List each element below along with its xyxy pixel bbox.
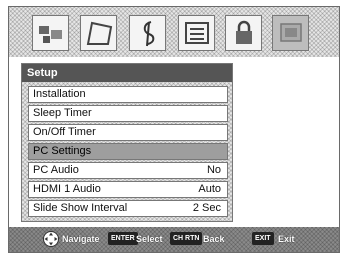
- footer-hint-bar: Navigate ENTER Select CH RTN Back EXIT E…: [9, 227, 339, 252]
- menu-item-value: Auto: [198, 183, 221, 195]
- menu-item-label: PC Settings: [33, 145, 92, 157]
- menu-item-pc-settings[interactable]: PC Settings: [28, 143, 228, 160]
- category-icon-strip: [9, 7, 339, 57]
- tab-audio[interactable]: [80, 15, 117, 51]
- picture-icon: [38, 26, 62, 43]
- back-hint: Back: [203, 234, 225, 244]
- menu-item-slide-show-interval[interactable]: Slide Show Interval 2 Sec: [28, 200, 228, 217]
- menu-item-sleep-timer[interactable]: Sleep Timer: [28, 105, 228, 122]
- tab-setup[interactable]: [272, 15, 309, 51]
- menu-item-hdmi-1-audio[interactable]: HDMI 1 Audio Auto: [28, 181, 228, 198]
- music-icon: [143, 21, 154, 47]
- menu-item-value: No: [206, 164, 221, 176]
- select-hint: Select: [136, 234, 163, 244]
- exit-hint: Exit: [278, 234, 295, 244]
- audio-icon: [86, 21, 112, 45]
- tab-preferences[interactable]: [178, 15, 215, 51]
- setup-menu-panel: Setup Installation Sleep Timer On/Off Ti…: [21, 63, 233, 222]
- menu-item-label: PC Audio: [33, 164, 79, 176]
- navigate-dpad-icon: [43, 231, 59, 247]
- tab-lock[interactable]: [225, 15, 262, 51]
- menu-item-value: 2 Sec: [192, 202, 221, 214]
- ch-rtn-key-badge: CH RTN: [170, 232, 203, 245]
- menu-item-on-off-timer[interactable]: On/Off Timer: [28, 124, 228, 141]
- menu-item-pc-audio[interactable]: PC Audio No: [28, 162, 228, 179]
- lock-icon: [235, 20, 252, 44]
- menu-item-label: On/Off Timer: [33, 126, 96, 138]
- exit-key-badge: EXIT: [252, 232, 274, 245]
- menu-item-label: Slide Show Interval: [33, 202, 128, 214]
- menu-item-label: HDMI 1 Audio: [33, 183, 101, 195]
- tab-picture[interactable]: [32, 15, 69, 51]
- osd-frame: Setup Installation Sleep Timer On/Off Ti…: [8, 6, 340, 253]
- navigate-hint: Navigate: [62, 234, 100, 244]
- menu-item-label: Sleep Timer: [33, 107, 92, 119]
- menu-title: Setup: [22, 64, 232, 82]
- tab-music[interactable]: [129, 15, 166, 51]
- menu-item-label: Installation: [33, 88, 86, 100]
- menu-item-installation[interactable]: Installation: [28, 86, 228, 103]
- setup-icon: [279, 23, 302, 42]
- enter-key-badge: ENTER: [108, 232, 138, 245]
- preferences-icon: [184, 22, 209, 44]
